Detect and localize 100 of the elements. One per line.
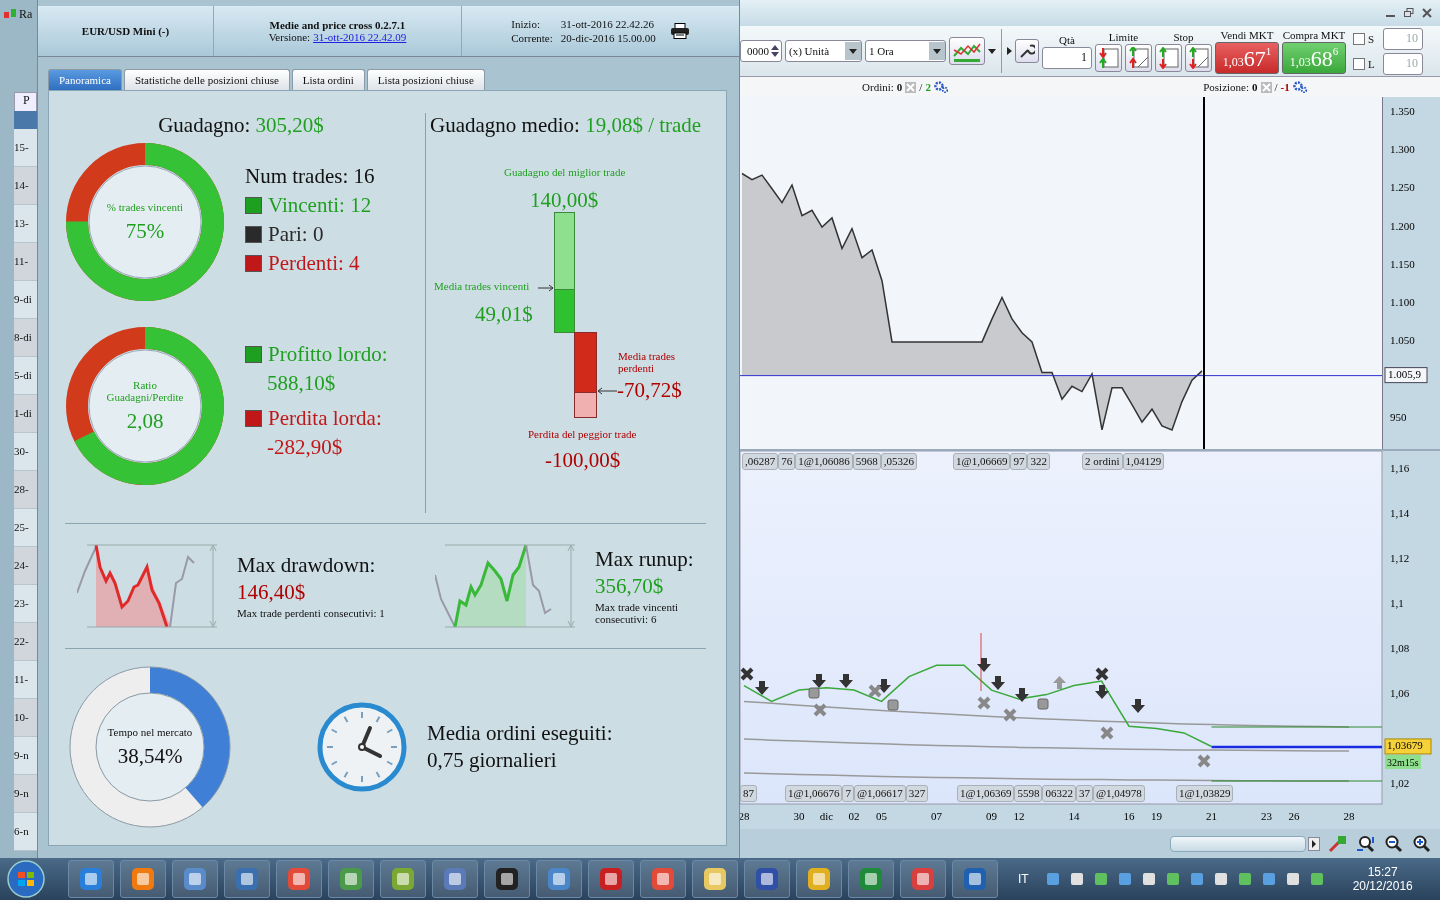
trade-tag: 5968 xyxy=(852,453,881,470)
scroll-right-icon[interactable] xyxy=(1308,836,1320,851)
limit-order-button[interactable] xyxy=(1125,43,1152,72)
table-cell: 11- xyxy=(14,243,37,281)
amount-field[interactable]: 0000 xyxy=(740,40,782,62)
taskbar-button[interactable] xyxy=(328,860,374,898)
stop-order-button[interactable] xyxy=(1185,43,1212,72)
table-cell: 14- xyxy=(14,167,37,205)
down-arrow-icon xyxy=(877,679,891,693)
caret-icon[interactable] xyxy=(933,48,941,54)
runup-label: Max runup: xyxy=(595,547,695,572)
table-cell: 25- xyxy=(14,509,37,547)
scrollbar-thumb[interactable] xyxy=(1170,835,1306,852)
taskbar-button[interactable] xyxy=(796,860,842,898)
taskbar-button[interactable] xyxy=(484,860,530,898)
version-link[interactable]: 31-ott-2016 22.42.09 xyxy=(313,31,407,43)
taskbar-button[interactable] xyxy=(276,860,322,898)
taskbar-button[interactable] xyxy=(224,860,270,898)
caret-icon[interactable] xyxy=(988,48,996,54)
caret-icon[interactable] xyxy=(849,48,857,54)
trade-tag: @1,04978 xyxy=(1092,785,1145,802)
average-win-label: Media trades vincenti xyxy=(434,280,530,292)
spinner-icon[interactable] xyxy=(771,44,779,58)
language-indicator[interactable]: IT xyxy=(1018,872,1029,886)
trade-tag: 1@1,03829 xyxy=(1176,785,1234,802)
axis-label: 1.100 xyxy=(1390,296,1415,309)
taskbar-button[interactable] xyxy=(952,860,998,898)
separator-text: / xyxy=(919,81,923,93)
orders-per-day-value: 0,75 giornalieri xyxy=(427,748,558,773)
clock-date[interactable]: 20/12/2016 xyxy=(1352,879,1413,893)
cross-icon xyxy=(813,703,827,717)
position-count: 0 xyxy=(1252,81,1258,93)
trade-tag: 97 xyxy=(1010,453,1028,470)
tab[interactable]: Lista posizioni chiuse xyxy=(366,69,485,90)
sell-button[interactable]: 1,0367$^{1}$ xyxy=(1215,41,1279,74)
tab[interactable]: Lista ordini xyxy=(291,69,365,90)
zoom-out-icon[interactable] xyxy=(1384,834,1404,853)
price-badge: 1,03679 xyxy=(1384,738,1432,755)
tab[interactable]: Statistiche delle posizioni chiuse xyxy=(123,69,290,90)
drawdown-value: 146,40$ xyxy=(237,580,307,605)
taskbar-button[interactable] xyxy=(744,860,790,898)
caret-icon[interactable] xyxy=(1007,47,1012,55)
stop-order-button[interactable] xyxy=(1155,43,1182,72)
down-arrow-icon xyxy=(755,681,769,695)
checkbox-label: L xyxy=(1368,57,1376,70)
taskbar-button[interactable] xyxy=(380,860,426,898)
tab[interactable]: Panoramica xyxy=(48,69,122,90)
timeframe-dropdown[interactable]: 1 Ora xyxy=(865,40,946,62)
tab[interactable]: P xyxy=(14,92,37,111)
zoom-in-icon[interactable] xyxy=(1412,834,1432,853)
trade-tag: 1@1,06086 xyxy=(795,453,853,470)
gears-icon[interactable] xyxy=(933,81,948,93)
taskbar-button[interactable] xyxy=(900,860,946,898)
trades-count: Num trades: 16 xyxy=(245,164,375,189)
clock-time[interactable]: 15:27 xyxy=(1367,865,1398,879)
indicator-button[interactable] xyxy=(949,37,985,65)
taskbar-button[interactable] xyxy=(588,860,634,898)
table-cell: 8-di xyxy=(14,319,37,357)
taskbar-button[interactable] xyxy=(120,860,166,898)
cross-icon xyxy=(740,667,754,681)
taskbar-button[interactable] xyxy=(692,860,738,898)
donut-value: 75% xyxy=(125,218,165,244)
runup-value: 356,70$ xyxy=(595,574,665,599)
legend-label: Pari: 0 xyxy=(268,222,324,247)
quantity-field[interactable]: 1 xyxy=(1042,46,1092,69)
table-cell: 5-di xyxy=(14,357,37,395)
current-label: Corrente: xyxy=(511,32,553,44)
strategy-name: Medie and price cross 0.2.7.1 xyxy=(269,19,406,31)
axis-label: 26 xyxy=(1288,810,1300,822)
limit-label: Limite xyxy=(1108,30,1139,43)
taskbar-button[interactable] xyxy=(536,860,582,898)
unit-dropdown[interactable]: (x) Unità xyxy=(785,40,862,62)
legend-label: Vincenti: 12 xyxy=(268,193,372,218)
axis-label: 16 xyxy=(1123,810,1135,822)
donut-label: Ratio Guadagni/Perdite xyxy=(105,378,185,403)
zoom-fit-icon[interactable] xyxy=(1356,834,1376,853)
trade-tag: 37 xyxy=(1075,785,1093,802)
trade-tag: ,06287 xyxy=(742,453,779,470)
taskbar-button[interactable] xyxy=(172,860,218,898)
wrench-button[interactable] xyxy=(1015,39,1039,63)
restore-icon[interactable] xyxy=(1404,8,1414,18)
axis-label: 02 xyxy=(848,810,860,822)
taskbar-button[interactable] xyxy=(848,860,894,898)
position-value: -1 xyxy=(1280,81,1290,93)
close-icon[interactable] xyxy=(1422,8,1432,18)
average-loss-label: Media trades perdenti xyxy=(618,350,677,374)
leader-arrow xyxy=(597,387,617,395)
table-cell: 23- xyxy=(14,585,37,623)
axis-label: 1,14 xyxy=(1390,506,1410,519)
limit-order-button[interactable] xyxy=(1095,43,1122,72)
table-cell: 6-n xyxy=(14,813,37,851)
print-icon[interactable] xyxy=(669,23,690,39)
taskbar-button[interactable] xyxy=(432,860,478,898)
table-cell: 15- xyxy=(14,129,37,167)
start-button[interactable] xyxy=(6,859,46,899)
taskbar-button[interactable] xyxy=(640,860,686,898)
taskbar-button[interactable] xyxy=(68,860,114,898)
axis-label: 07 xyxy=(931,810,942,822)
gears-icon[interactable] xyxy=(1292,81,1307,93)
start-time: 31-ott-2016 22.42.26 xyxy=(560,18,655,30)
